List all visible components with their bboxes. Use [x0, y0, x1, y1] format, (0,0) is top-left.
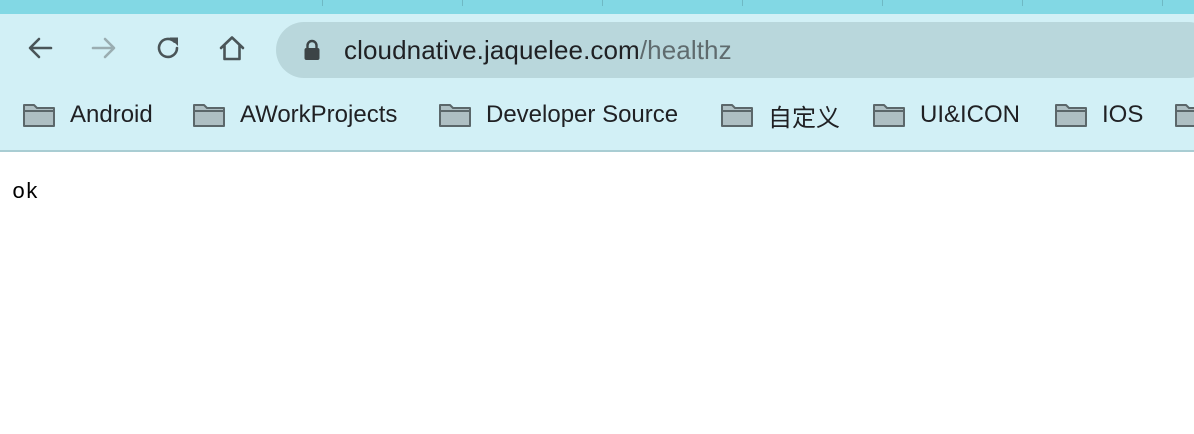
folder-icon — [1054, 101, 1088, 129]
tab-separator — [322, 0, 323, 6]
url-host: cloudnative.jaquelee.com — [344, 34, 640, 65]
bookmark-folder-ui-icon[interactable]: UI&ICON — [872, 98, 1020, 132]
bookmark-folder-ios[interactable]: IOS — [1054, 98, 1143, 132]
page-content: ok — [0, 152, 1194, 434]
tab-separator — [1162, 0, 1163, 6]
page-body-text: ok — [12, 180, 39, 205]
bookmark-label: Developer Source — [486, 101, 679, 128]
browser-toolbar: cloudnative.jaquelee.com/healthz — [0, 14, 1194, 86]
folder-icon — [1174, 101, 1194, 129]
back-button[interactable] — [22, 30, 58, 66]
bookmark-label: Android — [70, 101, 153, 128]
tab-separator — [742, 0, 743, 6]
arrow-left-icon — [25, 33, 55, 63]
bookmark-label: UI&ICON — [920, 101, 1021, 128]
tab-strip — [0, 0, 1194, 14]
browser-window: cloudnative.jaquelee.com/healthz Android… — [0, 0, 1194, 434]
folder-icon — [22, 101, 56, 129]
folder-icon — [720, 101, 754, 129]
bookmarks-bar: Android AWorkProjects Developer Source 自… — [0, 86, 1194, 152]
bookmark-folder-android[interactable]: Android — [22, 98, 153, 132]
reload-icon — [153, 33, 183, 63]
address-bar[interactable]: cloudnative.jaquelee.com/healthz — [276, 22, 1194, 78]
tab-separator — [602, 0, 603, 6]
bookmark-label: IOS — [1102, 101, 1144, 128]
bookmark-label: 自定义 — [768, 104, 840, 132]
reload-button[interactable] — [150, 30, 186, 66]
bookmark-folder-aworkprojects[interactable]: AWorkProjects — [192, 98, 397, 132]
forward-button[interactable] — [86, 30, 122, 66]
folder-icon — [872, 101, 906, 129]
url-text[interactable]: cloudnative.jaquelee.com/healthz — [344, 35, 732, 66]
url-path: /healthz — [639, 34, 732, 65]
bookmark-label: AWorkProjects — [240, 101, 398, 128]
tab-separator — [462, 0, 463, 6]
home-button[interactable] — [214, 30, 250, 66]
home-icon — [217, 33, 247, 63]
folder-icon — [192, 101, 226, 129]
arrow-right-icon — [89, 33, 119, 63]
tab-separator — [1022, 0, 1023, 6]
bookmark-folder-developer-source[interactable]: Developer Source — [438, 98, 678, 132]
tab-separator — [882, 0, 883, 6]
folder-icon — [438, 101, 472, 129]
bookmark-folder-custom[interactable]: 自定义 — [720, 98, 840, 132]
bookmark-folder-partial[interactable] — [1174, 98, 1194, 132]
lock-icon[interactable] — [302, 39, 322, 61]
